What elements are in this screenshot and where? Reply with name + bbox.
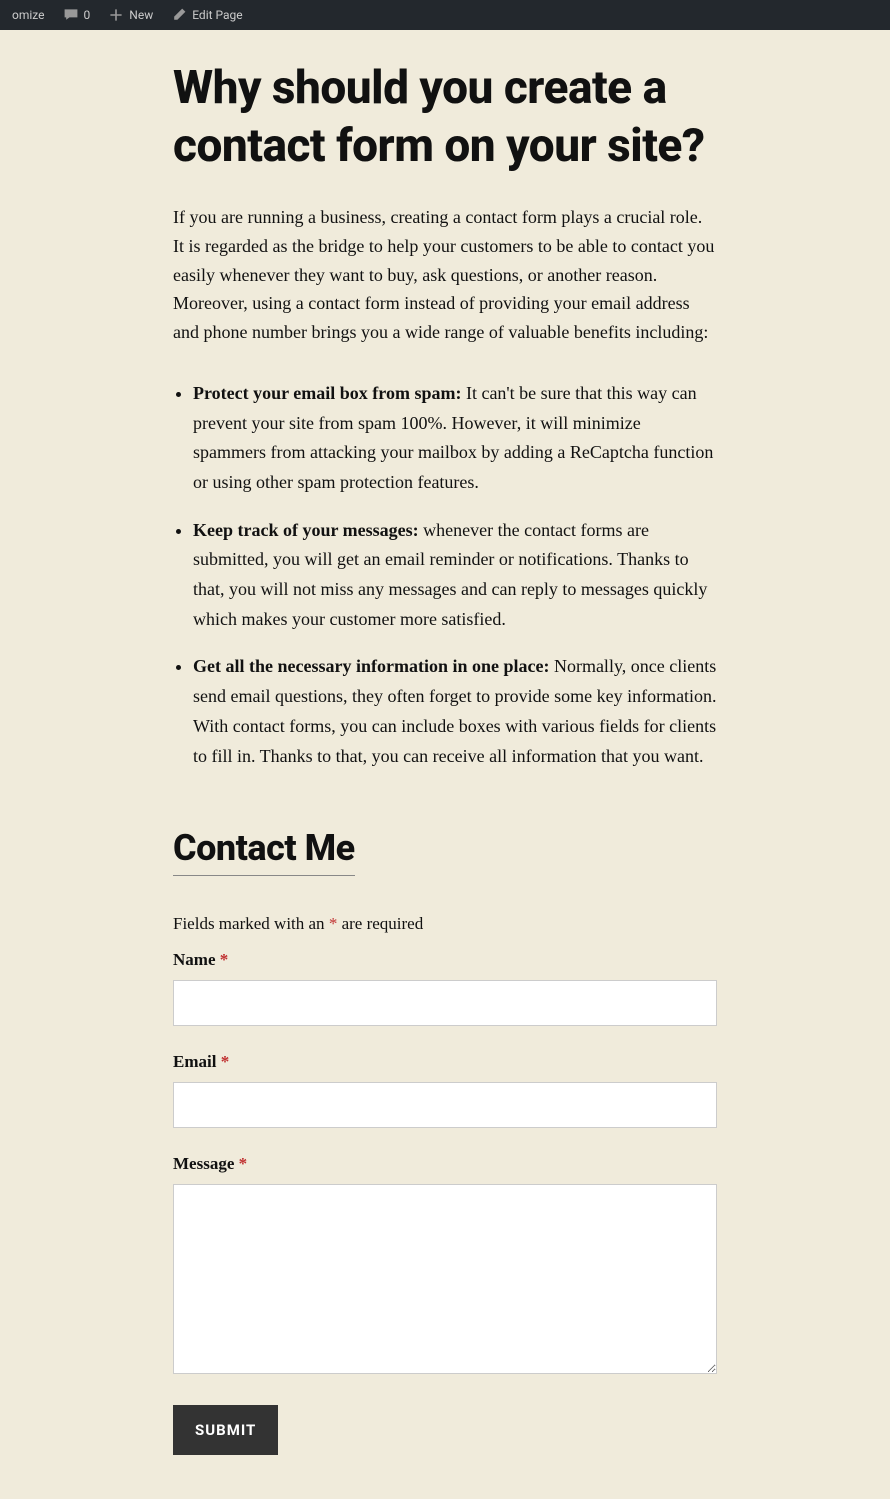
required-note: Fields marked with an * are required xyxy=(173,914,717,934)
required-note-prefix: Fields marked with an xyxy=(173,914,329,933)
name-label-text: Name xyxy=(173,950,220,969)
email-input[interactable] xyxy=(173,1082,717,1128)
comments-link[interactable]: 0 xyxy=(59,7,95,23)
page-heading: Why should you create a contact form on … xyxy=(173,60,717,175)
new-label: New xyxy=(129,8,153,22)
plus-icon xyxy=(108,7,124,23)
admin-bar: omize 0 New Edit Page xyxy=(0,0,890,30)
pencil-icon xyxy=(171,7,187,23)
new-link[interactable]: New xyxy=(104,7,157,23)
required-note-suffix: are required xyxy=(337,914,423,933)
required-asterisk: * xyxy=(221,1052,230,1071)
submit-button[interactable]: SUBMIT xyxy=(173,1405,278,1455)
message-field-group: Message * xyxy=(173,1154,717,1379)
required-asterisk: * xyxy=(220,950,229,969)
list-item-bold: Keep track of your messages: xyxy=(193,520,419,540)
name-input[interactable] xyxy=(173,980,717,1026)
comment-count: 0 xyxy=(84,8,91,22)
email-label-text: Email xyxy=(173,1052,221,1071)
comment-icon xyxy=(63,7,79,23)
customize-label: omize xyxy=(12,8,45,22)
email-field-group: Email * xyxy=(173,1052,717,1128)
name-label: Name * xyxy=(173,950,717,970)
message-label: Message * xyxy=(173,1154,717,1174)
list-item-bold: Protect your email box from spam: xyxy=(193,383,461,403)
name-field-group: Name * xyxy=(173,950,717,1026)
email-label: Email * xyxy=(173,1052,717,1072)
list-item: Keep track of your messages: whenever th… xyxy=(193,516,717,635)
list-item: Get all the necessary information in one… xyxy=(193,652,717,771)
edit-page-label: Edit Page xyxy=(192,8,242,22)
list-item: Protect your email box from spam: It can… xyxy=(193,379,717,498)
intro-paragraph: If you are running a business, creating … xyxy=(173,203,717,347)
edit-page-link[interactable]: Edit Page xyxy=(167,7,246,23)
message-input[interactable] xyxy=(173,1184,717,1374)
page-content: Why should you create a contact form on … xyxy=(165,30,725,1495)
required-asterisk: * xyxy=(239,1154,248,1173)
benefits-list: Protect your email box from spam: It can… xyxy=(173,379,717,771)
customize-link[interactable]: omize xyxy=(8,8,49,22)
message-label-text: Message xyxy=(173,1154,239,1173)
form-title: Contact Me xyxy=(173,827,355,876)
list-item-bold: Get all the necessary information in one… xyxy=(193,656,549,676)
